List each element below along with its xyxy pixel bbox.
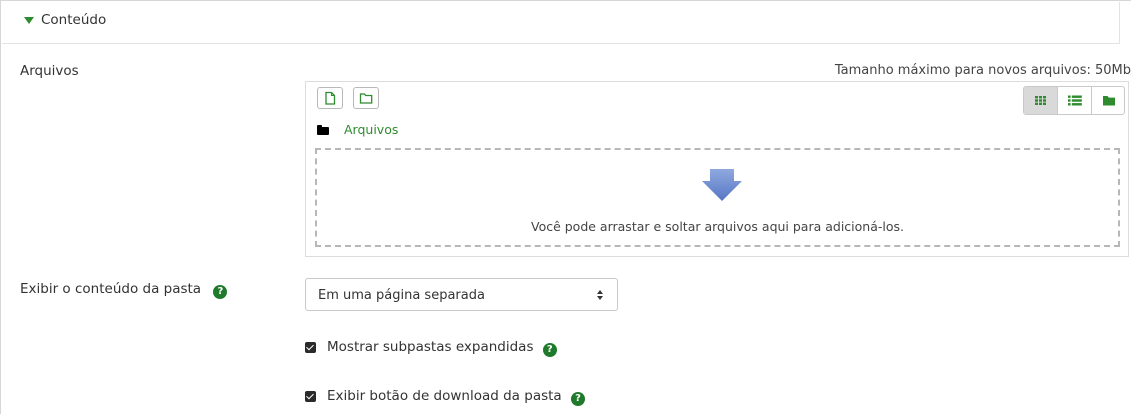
folder-outline-icon xyxy=(359,93,373,104)
section-header[interactable]: Conteúdo xyxy=(2,2,1120,44)
select-arrows-icon xyxy=(597,290,604,300)
display-content-label: Exibir o conteúdo da pasta ? xyxy=(20,281,228,299)
view-icons-button[interactable] xyxy=(1024,87,1058,114)
question-circle-icon[interactable]: ? xyxy=(571,392,585,406)
add-file-button[interactable] xyxy=(317,87,343,109)
display-content-select-value: Em uma página separada xyxy=(318,288,485,303)
display-content-select[interactable]: Em uma página separada xyxy=(305,278,618,311)
create-folder-button[interactable] xyxy=(353,87,379,109)
view-mode-group xyxy=(1023,86,1125,115)
breadcrumb-root-link[interactable]: Arquivos xyxy=(344,122,398,137)
show-download-checkbox[interactable] xyxy=(305,391,316,402)
max-size-text: Tamanho máximo para novos arquivos: 50Mb xyxy=(834,63,1131,78)
dropzone-text: Você pode arrastar e soltar arquivos aqu… xyxy=(530,219,904,234)
show-expanded-label-wrap: Mostrar subpastas expandidas ? xyxy=(327,339,557,357)
show-download-label: Exibir botão de download da pasta xyxy=(327,388,562,404)
view-list-button[interactable] xyxy=(1058,87,1092,114)
file-dropzone[interactable]: Você pode arrastar e soltar arquivos aqu… xyxy=(315,148,1120,247)
form-frame: Conteúdo Arquivos Tamanho máximo para no… xyxy=(0,0,1131,414)
tree-folder-icon xyxy=(1103,96,1115,106)
show-expanded-label: Mostrar subpastas expandidas xyxy=(327,339,534,355)
expand-caret-icon[interactable] xyxy=(24,17,34,24)
display-content-label-text: Exibir o conteúdo da pasta xyxy=(20,281,202,297)
show-expanded-checkbox[interactable] xyxy=(305,342,316,353)
files-label: Arquivos xyxy=(20,63,79,79)
view-tree-button[interactable] xyxy=(1092,87,1124,114)
question-circle-icon[interactable]: ? xyxy=(213,285,228,299)
question-circle-icon[interactable]: ? xyxy=(542,343,557,357)
folder-icon xyxy=(317,125,329,135)
file-manager: Arquivos Você pode arrastar e soltar arq… xyxy=(305,81,1129,257)
drop-arrow-icon xyxy=(702,169,742,201)
list-icon xyxy=(1068,95,1082,106)
file-icon xyxy=(325,91,336,105)
grid-icon xyxy=(1035,96,1046,105)
section-title: Conteúdo xyxy=(41,12,107,28)
show-download-label-wrap: Exibir botão de download da pasta ? xyxy=(327,388,585,406)
